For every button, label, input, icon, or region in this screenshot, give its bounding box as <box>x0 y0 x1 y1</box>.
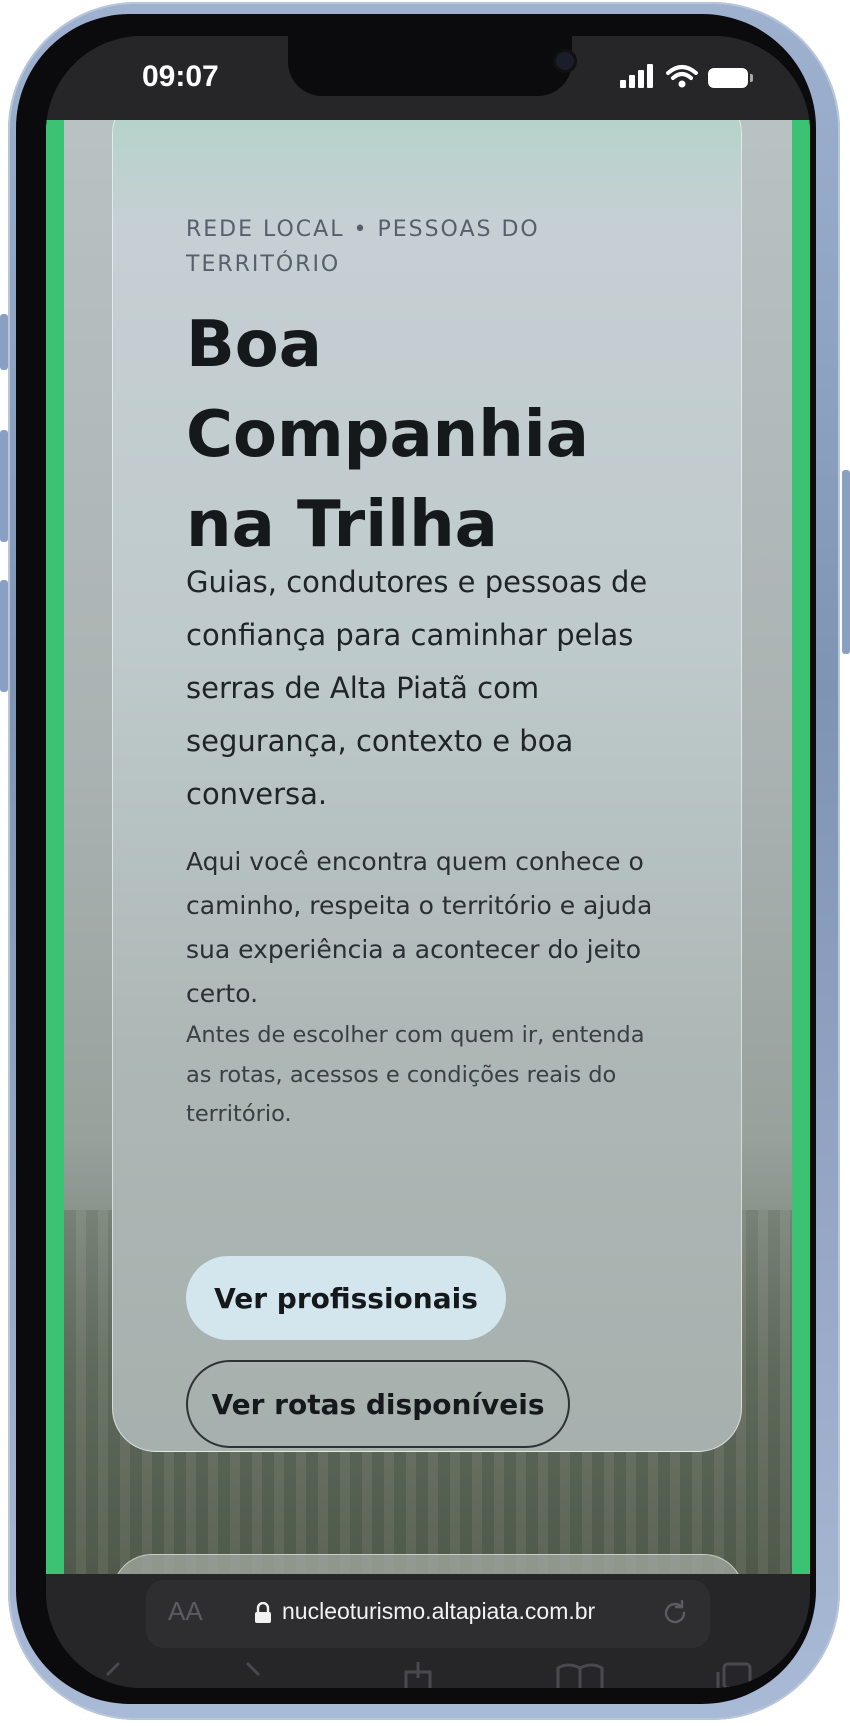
hero-title: Boa Companhia na Trilha <box>186 308 589 562</box>
phone-screen: 09:07 REDE LOCAL • PESSOAS DO TERRITÓRIO… <box>46 36 810 1688</box>
hero-eyebrow: REDE LOCAL • PESSOAS DO TERRITÓRIO <box>186 217 540 277</box>
back-icon[interactable] <box>104 1662 124 1688</box>
reload-icon[interactable] <box>660 1598 690 1632</box>
share-icon[interactable] <box>398 1662 438 1688</box>
notch <box>288 36 574 96</box>
text-size-button[interactable]: AA <box>168 1596 203 1627</box>
browser-bar: AA nucleoturismo.altapiata.com.br <box>46 1574 810 1688</box>
url-text[interactable]: nucleoturismo.altapiata.com.br <box>282 1598 595 1625</box>
browser-toolbar <box>46 1662 810 1688</box>
accent-border-left <box>46 120 64 1574</box>
front-camera <box>556 52 574 70</box>
accent-border-right <box>792 120 810 1574</box>
power-button <box>842 470 850 654</box>
volume-down-button <box>0 580 8 692</box>
battery-icon <box>708 68 753 88</box>
address-bar[interactable]: AA nucleoturismo.altapiata.com.br <box>146 1580 710 1648</box>
status-bar: 09:07 <box>46 36 810 120</box>
wifi-icon <box>666 64 698 92</box>
view-routes-button[interactable]: Ver rotas disponíveis <box>186 1360 570 1448</box>
hero-note: Antes de escolher com quem ir, entenda a… <box>186 1022 645 1127</box>
status-icons <box>620 64 753 92</box>
status-time: 09:07 <box>142 60 219 93</box>
silent-switch <box>0 314 8 370</box>
next-section-card <box>112 1554 744 1574</box>
hero-lead: Guias, condutores e pessoas de confiança… <box>186 565 648 811</box>
view-professionals-button[interactable]: Ver profissionais <box>186 1256 506 1340</box>
volume-up-button <box>0 430 8 542</box>
lock-icon <box>254 1601 272 1628</box>
tabs-icon[interactable] <box>714 1662 754 1688</box>
hero-description: Aqui você encontra quem conhece o caminh… <box>186 847 653 1008</box>
web-viewport[interactable]: REDE LOCAL • PESSOAS DO TERRITÓRIO Boa C… <box>46 120 810 1574</box>
bookmarks-icon[interactable] <box>556 1662 604 1688</box>
signal-icon <box>620 64 656 92</box>
forward-icon[interactable] <box>242 1662 262 1688</box>
